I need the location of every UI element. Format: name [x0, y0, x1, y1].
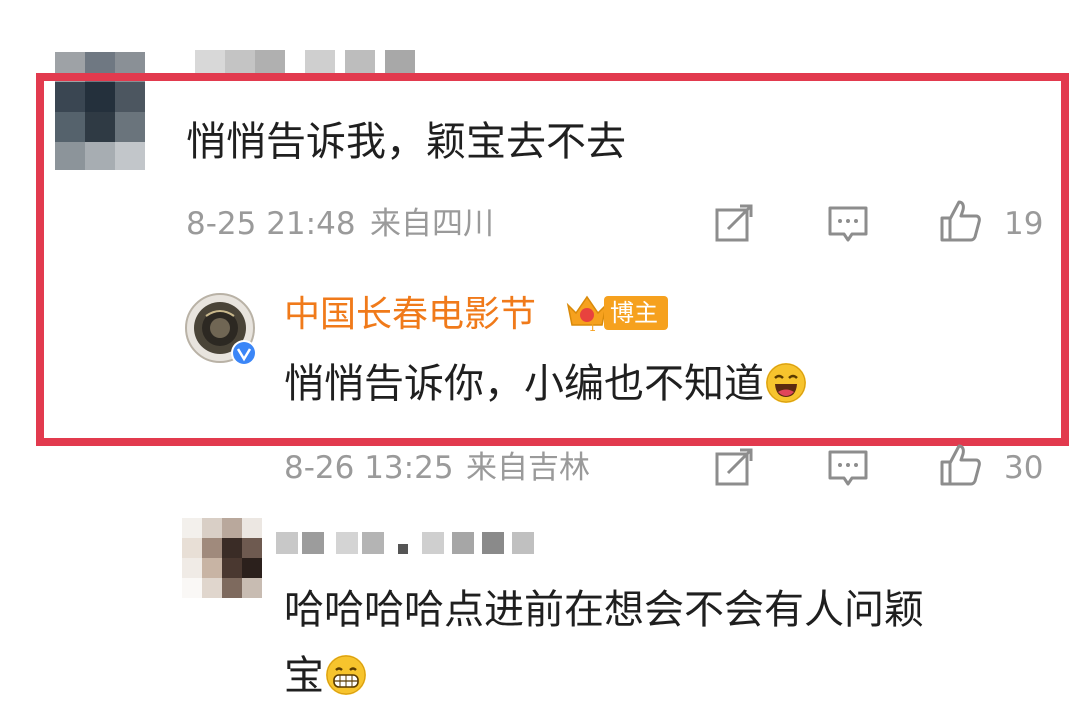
commenter-name-blurred [276, 530, 546, 558]
laughing-emoji-icon [766, 363, 806, 403]
share-icon[interactable] [712, 446, 756, 490]
reply-text-content: 悄悄告诉你，小编也不知道 [284, 361, 764, 407]
blogger-badge: 博主 [604, 296, 668, 330]
reply-location: 来自吉林 [466, 450, 590, 486]
like-icon[interactable] [938, 198, 982, 242]
comment-icon[interactable] [826, 202, 870, 246]
comment-text-line2: 宝 [284, 652, 366, 700]
comment-timestamp: 8-25 21:48 [186, 206, 356, 242]
like-icon[interactable] [938, 442, 982, 486]
comment-text-line1: 哈哈哈哈点进前在想会不会有人问颖 [284, 587, 924, 633]
reply-avatar[interactable] [184, 292, 260, 368]
grinning-emoji-icon [326, 655, 366, 695]
svg-text:1: 1 [589, 321, 596, 333]
comment-location: 来自四川 [370, 206, 494, 242]
comment-icon[interactable] [826, 446, 870, 490]
comment-text-tail: 宝 [284, 653, 324, 699]
like-count: 19 [1004, 206, 1044, 242]
commenter-name-blurred [195, 50, 435, 74]
share-icon[interactable] [712, 202, 756, 246]
reply-timestamp: 8-26 13:25 [284, 450, 454, 486]
avatar[interactable] [182, 518, 262, 598]
comment-text: 悄悄告诉我，颖宝去不去 [186, 119, 626, 165]
like-count: 30 [1004, 450, 1044, 486]
reply-author-name[interactable]: 中国长春电影节 [284, 294, 536, 336]
reply-text: 悄悄告诉你，小编也不知道 [284, 360, 806, 408]
avatar[interactable] [55, 52, 145, 170]
